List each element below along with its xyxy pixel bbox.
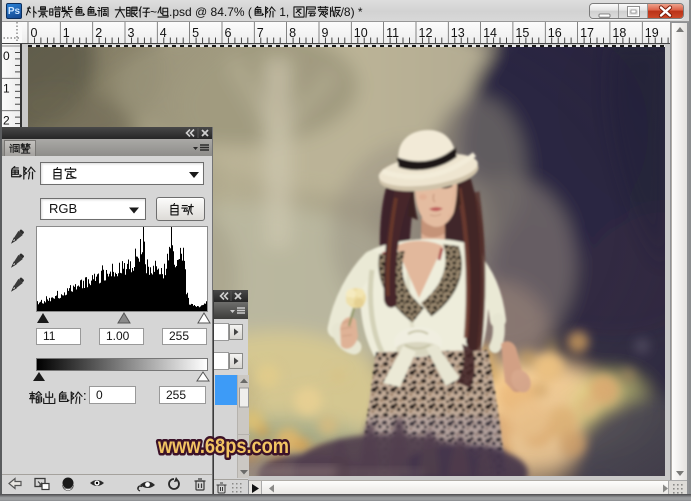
svg-text:8: 8 xyxy=(289,26,296,40)
svg-text:3: 3 xyxy=(128,26,135,40)
svg-text:4: 4 xyxy=(160,26,167,40)
svg-text:18: 18 xyxy=(612,26,626,40)
svg-text:1: 1 xyxy=(3,81,10,95)
svg-text:www.68ps.com: www.68ps.com xyxy=(157,434,289,458)
svg-text:19: 19 xyxy=(645,26,659,40)
svg-text:16: 16 xyxy=(548,26,562,40)
svg-text:13: 13 xyxy=(451,26,465,40)
svg-text:12: 12 xyxy=(419,26,433,40)
svg-text:0: 0 xyxy=(3,49,10,63)
svg-text:15: 15 xyxy=(515,26,529,40)
svg-text:10: 10 xyxy=(354,26,368,40)
svg-text:17: 17 xyxy=(580,26,594,40)
svg-text:14: 14 xyxy=(483,26,497,40)
svg-text:1: 1 xyxy=(63,26,70,40)
svg-text:7: 7 xyxy=(257,26,264,40)
svg-text:2: 2 xyxy=(3,114,10,128)
svg-text:5: 5 xyxy=(192,26,199,40)
svg-text:0: 0 xyxy=(31,26,38,40)
svg-text:11: 11 xyxy=(386,26,399,40)
